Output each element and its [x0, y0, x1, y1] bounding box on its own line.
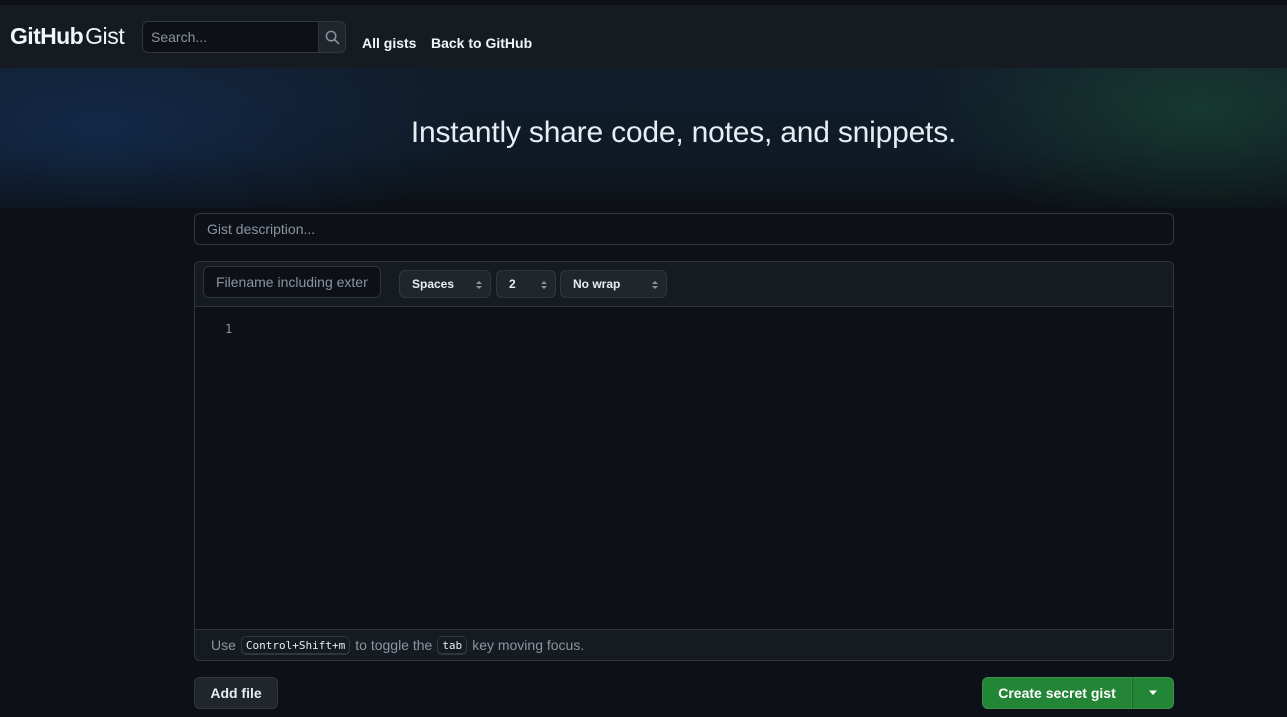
search-input[interactable] [142, 21, 318, 53]
search-form [142, 21, 346, 53]
hint-suffix: key moving focus. [472, 637, 585, 653]
search-icon [325, 30, 339, 44]
editor-toolbar: Spaces 2 No wrap [195, 262, 1173, 307]
line-number: 1 [225, 322, 233, 336]
select-caret-icon [476, 281, 482, 289]
shortcut-kbd: Control+Shift+m [240, 635, 351, 655]
filename-input[interactable] [203, 266, 381, 298]
tab-kbd: tab [437, 635, 468, 655]
select-caret-icon [541, 281, 547, 289]
add-file-button[interactable]: Add file [194, 677, 278, 709]
wrap-mode-select[interactable]: No wrap [560, 270, 667, 298]
nav-all-gists[interactable]: All gists [362, 35, 416, 51]
wrap-mode-value: No wrap [573, 277, 621, 291]
file-editor: Spaces 2 No wrap 1 Use Control+Shift+m t… [194, 261, 1174, 661]
hint-prefix: Use [211, 637, 236, 653]
hero-title: Instantly share code, notes, and snippet… [410, 116, 957, 149]
nav-back-to-github[interactable]: Back to GitHub [431, 35, 532, 51]
search-button[interactable] [318, 21, 346, 53]
github-gist-logo[interactable]: GitHub Gist [10, 23, 125, 50]
create-secret-gist-button[interactable]: Create secret gist [982, 677, 1132, 709]
indent-size-value: 2 [509, 277, 516, 291]
site-header: GitHub Gist All gists Back to GitHub [0, 0, 1287, 68]
triangle-down-icon [1149, 690, 1157, 695]
logo-gist-text: Gist [85, 23, 125, 49]
hero-banner: Instantly share code, notes, and snippet… [0, 68, 1287, 208]
indent-mode-value: Spaces [412, 277, 455, 291]
create-gist-button-group: Create secret gist [982, 677, 1174, 709]
select-caret-icon [652, 281, 658, 289]
hint-middle: to toggle the [355, 637, 433, 653]
editor-footer-hint: Use Control+Shift+m to toggle the tab ke… [195, 629, 1173, 660]
logo-github-text: GitHub [10, 23, 84, 49]
indent-size-select[interactable]: 2 [496, 270, 556, 298]
indent-mode-select[interactable]: Spaces [399, 270, 491, 298]
gist-description-input[interactable] [194, 213, 1174, 245]
create-options-dropdown-button[interactable] [1132, 677, 1174, 709]
